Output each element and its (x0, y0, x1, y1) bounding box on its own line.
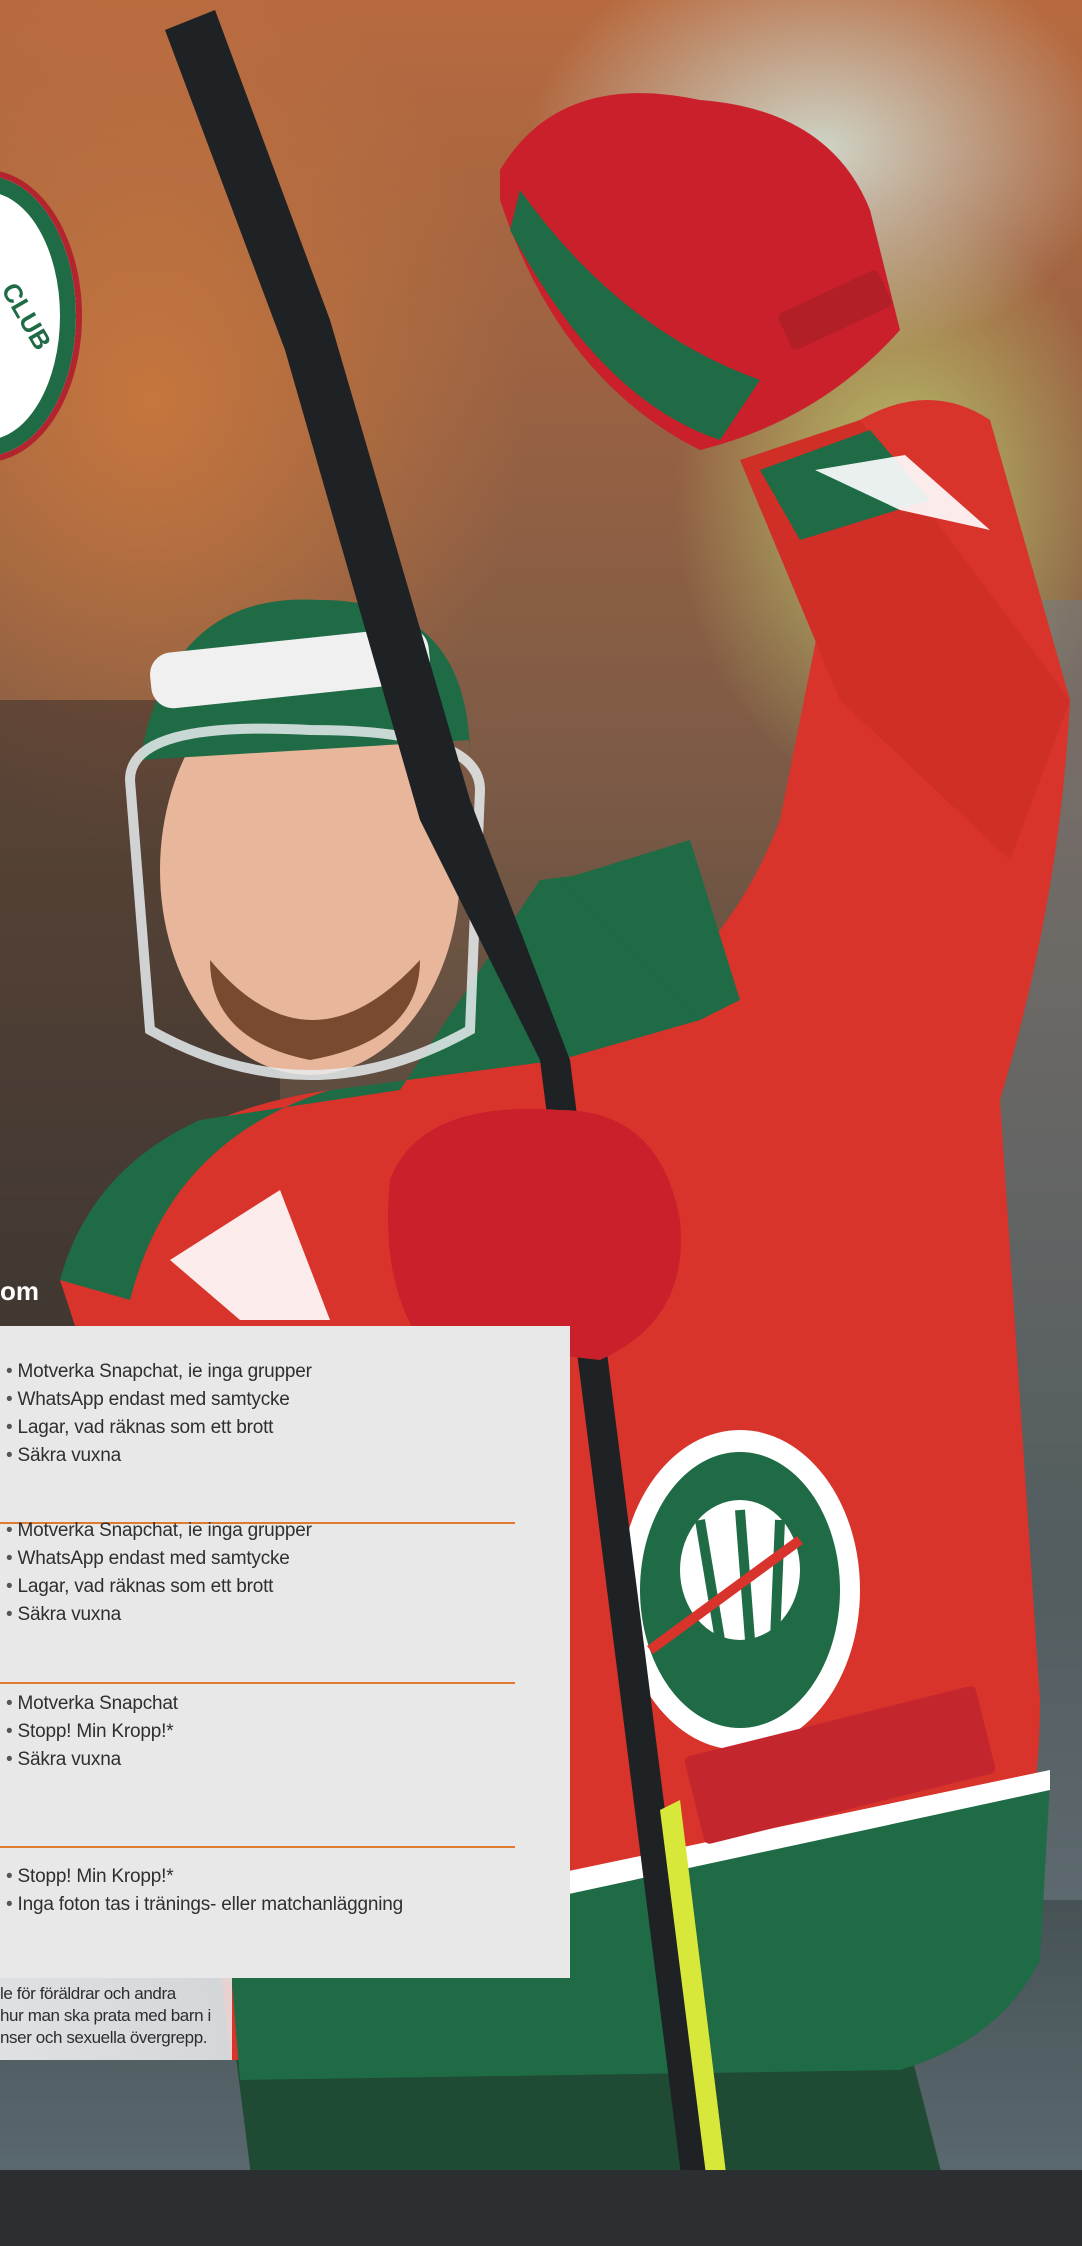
list-item: Säkra vuxna (0, 1442, 515, 1470)
list-item: Säkra vuxna (0, 1746, 515, 1774)
footnote: le för föräldrar och andra hur man ska p… (0, 1983, 230, 2049)
info-panel: Motverka Snapchat, ie inga grupper Whats… (0, 1326, 570, 1978)
footnote-line-2: hur man ska prata med barn i (0, 2006, 211, 2025)
list-item: WhatsApp endast med samtycke (0, 1545, 515, 1573)
group-2-list: Motverka Snapchat, ie inga grupper Whats… (0, 1517, 515, 1629)
group-2: Motverka Snapchat, ie inga grupper Whats… (0, 1517, 515, 1684)
footnote-line-1: le för föräldrar och andra (0, 1984, 176, 2003)
list-item: Motverka Snapchat, ie inga grupper (0, 1517, 515, 1545)
list-item: Stopp! Min Kropp!* (0, 1863, 515, 1891)
bottom-band (0, 2170, 1082, 2246)
group-4: Stopp! Min Kropp!* Inga foton tas i trän… (0, 1863, 515, 1943)
footnote-line-3: nser och sexuella övergrepp. (0, 2028, 208, 2047)
group-1-list: Motverka Snapchat, ie inga grupper Whats… (0, 1358, 515, 1470)
list-item: Lagar, vad räknas som ett brott (0, 1414, 515, 1442)
group-4-list: Stopp! Min Kropp!* Inga foton tas i trän… (0, 1863, 515, 1919)
list-item: Stopp! Min Kropp!* (0, 1718, 515, 1746)
group-3: Motverka Snapchat Stopp! Min Kropp!* Säk… (0, 1690, 515, 1848)
group-1: Motverka Snapchat, ie inga grupper Whats… (0, 1358, 515, 1524)
list-item: WhatsApp endast med samtycke (0, 1386, 515, 1414)
glove-bottom (388, 1108, 681, 1360)
list-item: Motverka Snapchat (0, 1690, 515, 1718)
section-heading-fragment: om (0, 1276, 39, 1306)
list-item: Säkra vuxna (0, 1601, 515, 1629)
list-item: Inga foton tas i tränings- eller matchan… (0, 1891, 515, 1919)
club-logo-text: CLUB (0, 276, 58, 355)
list-item: Lagar, vad räknas som ett brott (0, 1573, 515, 1601)
group-3-list: Motverka Snapchat Stopp! Min Kropp!* Säk… (0, 1690, 515, 1774)
list-item: Motverka Snapchat, ie inga grupper (0, 1358, 515, 1386)
